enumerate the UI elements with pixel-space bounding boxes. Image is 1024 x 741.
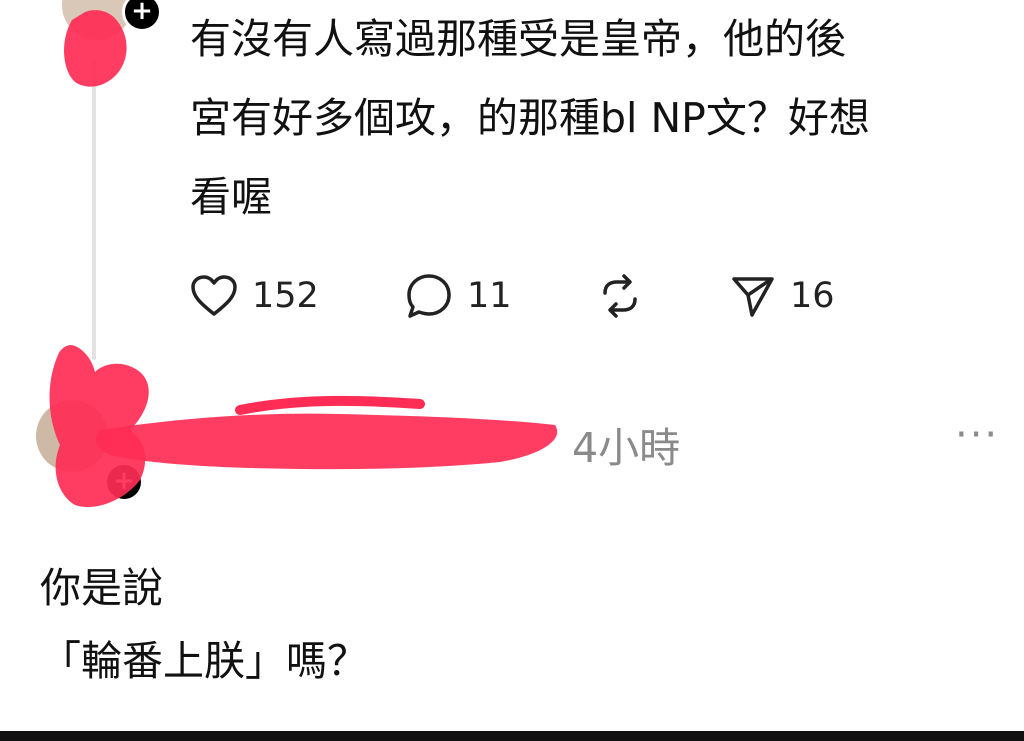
- post-text: 有沒有人寫過那種受是皇帝，他的後 宮有好多個攻，的那種bl NP文？好想 看喔: [190, 15, 870, 221]
- share-count: 16: [790, 276, 835, 316]
- original-poster-avatar[interactable]: [62, 0, 132, 40]
- reply-button[interactable]: 11: [405, 272, 595, 320]
- reply-follow-plus-icon[interactable]: +: [104, 462, 144, 502]
- send-icon: [732, 277, 774, 317]
- repost-button[interactable]: [595, 271, 730, 321]
- heart-icon: [191, 275, 237, 316]
- username-redaction: [95, 413, 558, 470]
- reply-count: 11: [467, 276, 512, 316]
- post-actions-bar: 152 11 16: [190, 268, 880, 324]
- share-button[interactable]: 16: [730, 273, 880, 319]
- follow-plus-icon[interactable]: +: [122, 0, 162, 32]
- repost-icon: [603, 274, 637, 318]
- bottom-edge-bar: [0, 731, 1024, 741]
- reply-timestamp: 4小時: [572, 424, 681, 472]
- reply-author-avatar[interactable]: [36, 400, 108, 472]
- like-button[interactable]: 152: [190, 274, 405, 318]
- like-count: 152: [252, 276, 319, 316]
- speech-bubble-icon: [407, 274, 451, 318]
- more-options-icon[interactable]: ···: [955, 412, 999, 458]
- reply-text: 你是說 「輪番上朕」嗎？: [40, 564, 368, 685]
- thread-connector-line: [92, 60, 96, 360]
- username-redaction-loop: [235, 395, 425, 415]
